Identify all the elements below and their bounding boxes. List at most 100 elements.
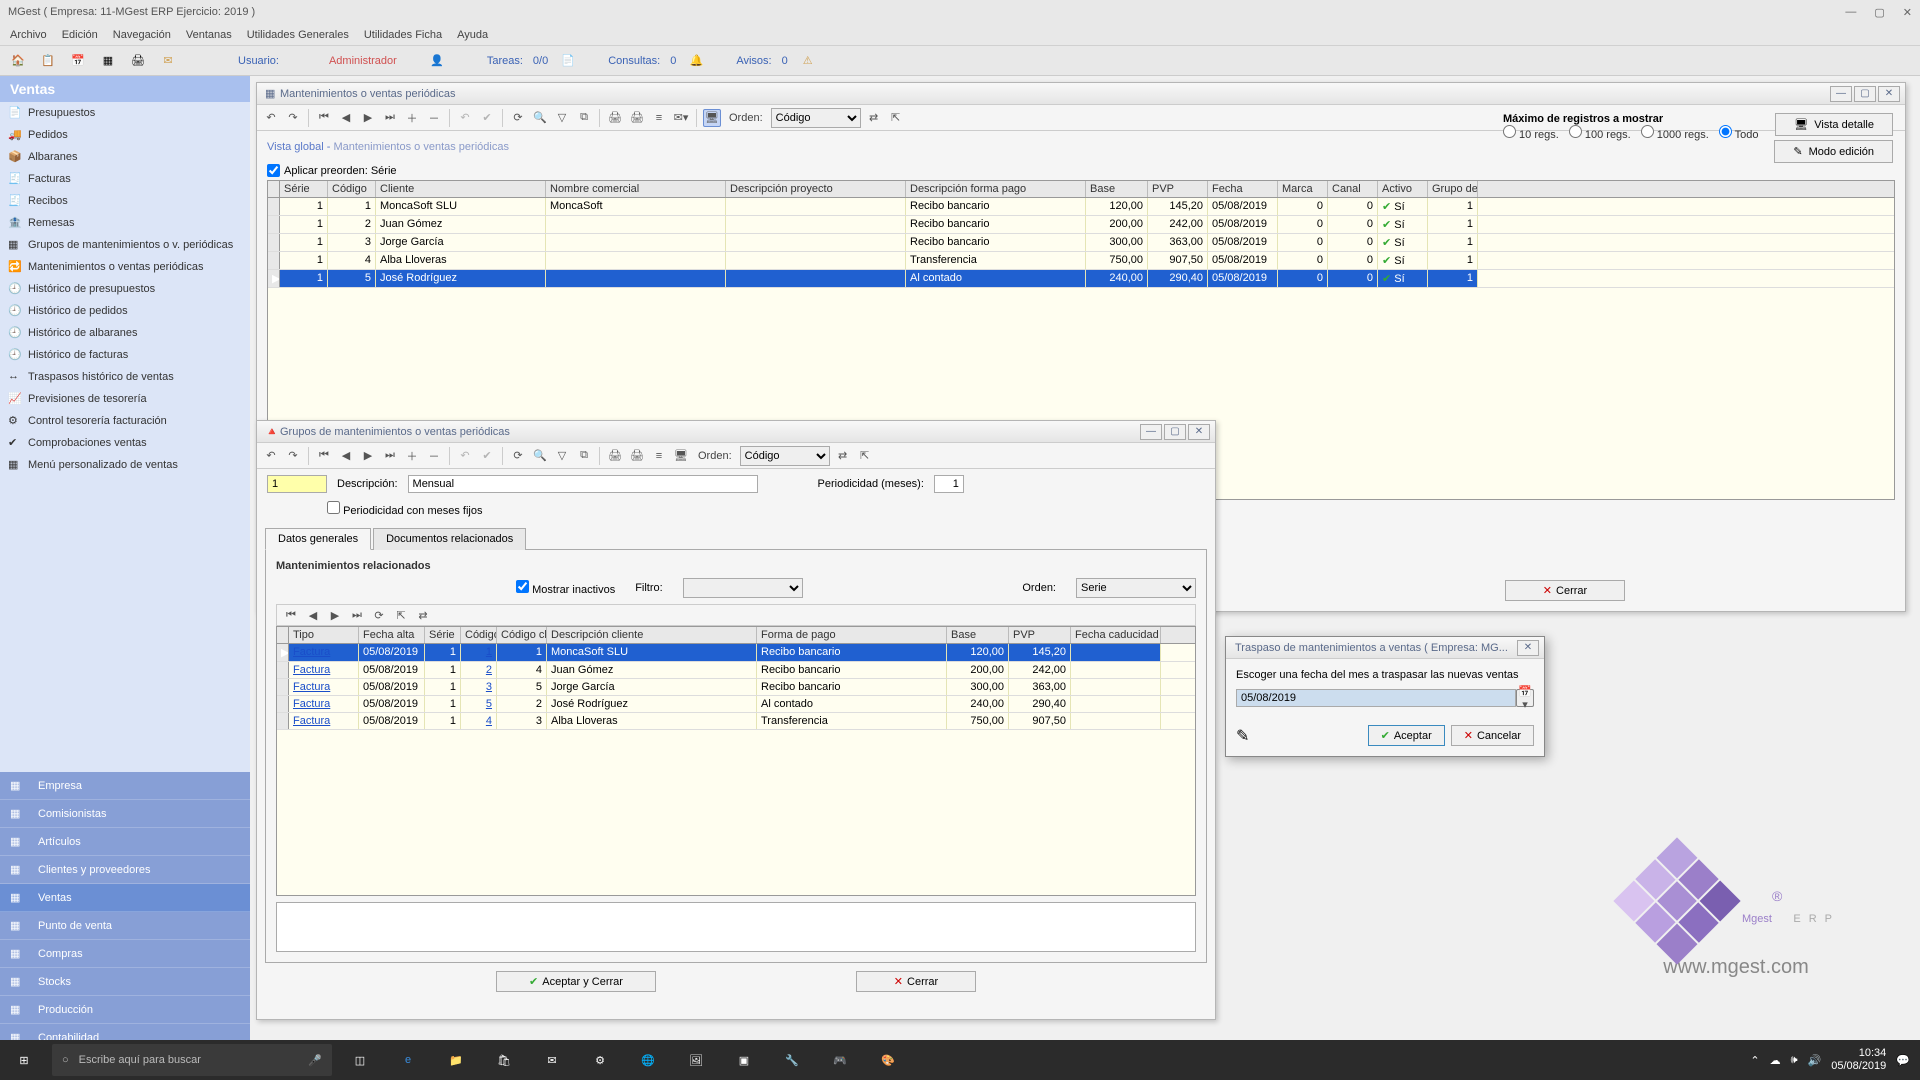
vista-detalle-button[interactable]: 🖥Vista detalle — [1775, 113, 1893, 136]
table-row[interactable]: Factura05/08/2019143Alba LloverasTransfe… — [277, 713, 1195, 730]
menu-edicion[interactable]: Edición — [62, 29, 98, 41]
col-header[interactable]: Fecha alta — [359, 627, 425, 643]
table-row[interactable]: ▶15José RodríguezAl contado240,00290,400… — [268, 270, 1894, 288]
menu-utilidades-generales[interactable]: Utilidades Generales — [247, 29, 349, 41]
col-header[interactable]: Canal — [1328, 181, 1378, 197]
next-icon[interactable]: ▶ — [326, 606, 344, 624]
sidebar-main-producción[interactable]: ▦Producción — [0, 996, 250, 1024]
win1-close-button[interactable]: ✕ — [1878, 86, 1900, 102]
prev-icon[interactable]: ◀ — [337, 109, 355, 127]
calendar-icon[interactable]: 📅 — [68, 51, 88, 71]
orden-select[interactable]: Código — [740, 446, 830, 466]
swap-icon[interactable]: ⇄ — [834, 447, 852, 465]
col-header[interactable]: Tipo — [289, 627, 359, 643]
filter-icon[interactable]: ▽ — [553, 109, 571, 127]
refresh-icon[interactable]: ⟳ — [370, 606, 388, 624]
next-icon[interactable]: ▶ — [359, 109, 377, 127]
sidebar-item-grupos-mant[interactable]: ▦Grupos de mantenimientos o v. periódica… — [0, 234, 250, 256]
sidebar-item-menu-personalizado[interactable]: ▦Menú personalizado de ventas — [0, 454, 250, 476]
dialog-header[interactable]: Traspaso de mantenimientos a ventas ( Em… — [1226, 637, 1544, 659]
win2-close-button[interactable]: ✕ — [1188, 424, 1210, 440]
table-row[interactable]: Factura05/08/2019152José RodríguezAl con… — [277, 696, 1195, 713]
store-icon[interactable]: 🛍 — [480, 1040, 528, 1080]
chrome-icon[interactable]: 🌐 — [624, 1040, 672, 1080]
table-row[interactable]: 11MoncaSoft SLUMoncaSoftRecibo bancario1… — [268, 198, 1894, 216]
maximize-icon[interactable]: ▢ — [1874, 6, 1884, 19]
back-icon[interactable]: ↶ — [262, 447, 280, 465]
col-header[interactable]: PVP — [1009, 627, 1071, 643]
monitor-icon[interactable]: 🖥 — [672, 447, 690, 465]
codigo-input[interactable] — [267, 475, 327, 493]
table-row[interactable]: Factura05/08/2019135Jorge GarcíaRecibo b… — [277, 679, 1195, 696]
sidebar-item-control-tesoreria[interactable]: ⚙Control tesorería facturación — [0, 410, 250, 432]
sidebar-main-punto-de-venta[interactable]: ▦Punto de venta — [0, 912, 250, 940]
sidebar-item-presupuestos[interactable]: 📄Presupuestos — [0, 102, 250, 124]
orden-select[interactable]: Código — [771, 108, 861, 128]
col-header[interactable]: Activo — [1378, 181, 1428, 197]
win2-header[interactable]: 🔺 Grupos de mantenimientos o ventas peri… — [257, 421, 1215, 443]
col-header[interactable]: Código clie — [497, 627, 547, 643]
export-icon[interactable]: ⇱ — [887, 109, 905, 127]
monitor-icon[interactable]: 🖥 — [703, 109, 721, 127]
sidebar-item-pedidos[interactable]: 🚚Pedidos — [0, 124, 250, 146]
tab-datos-generales[interactable]: Datos generales — [265, 528, 371, 550]
tasks-icon[interactable]: 📄 — [558, 51, 578, 71]
meses-fijos-checkbox[interactable] — [327, 501, 340, 514]
col-header[interactable]: Descripción forma pago — [906, 181, 1086, 197]
modo-edicion-button[interactable]: ✎Modo edición — [1774, 140, 1893, 163]
win1-header[interactable]: ▦ Mantenimientos o ventas periódicas — ▢… — [257, 83, 1905, 105]
home-icon[interactable]: 🏠 — [8, 51, 28, 71]
sidebar-item-hist-presupuestos[interactable]: 🕘Histórico de presupuestos — [0, 278, 250, 300]
menu-utilidades-ficha[interactable]: Utilidades Ficha — [364, 29, 442, 41]
col-header[interactable]: Série — [425, 627, 461, 643]
col-header[interactable]: Base — [947, 627, 1009, 643]
win2-maximize-button[interactable]: ▢ — [1164, 424, 1186, 440]
save-icon[interactable]: ✔ — [478, 109, 496, 127]
dialog-date-input[interactable] — [1236, 689, 1516, 707]
mic-icon[interactable]: 🎤 — [308, 1054, 322, 1067]
copy-icon[interactable]: ⧉ — [575, 109, 593, 127]
col-header[interactable]: PVP — [1148, 181, 1208, 197]
export-icon[interactable]: ⇱ — [856, 447, 874, 465]
app2-icon[interactable]: 🔧 — [768, 1040, 816, 1080]
col-header[interactable]: Cliente — [376, 181, 546, 197]
sidebar-item-facturas[interactable]: 🧾Facturas — [0, 168, 250, 190]
remove-icon[interactable]: － — [425, 447, 443, 465]
last-icon[interactable]: ⏭ — [381, 109, 399, 127]
notes-area[interactable] — [276, 902, 1196, 952]
win2-minimize-button[interactable]: — — [1140, 424, 1162, 440]
menu-navegacion[interactable]: Navegación — [113, 29, 171, 41]
radio-3[interactable]: Todo — [1719, 125, 1759, 141]
table-row[interactable]: ▶Factura05/08/2019111MoncaSoft SLURecibo… — [277, 644, 1195, 662]
last-icon[interactable]: ⏭ — [348, 606, 366, 624]
win2-grid[interactable]: TipoFecha altaSérieCódigoCódigo clieDesc… — [276, 626, 1196, 896]
grid-icon[interactable]: ▦ — [98, 51, 118, 71]
tab-documentos[interactable]: Documentos relacionados — [373, 528, 526, 550]
menu-ventanas[interactable]: Ventanas — [186, 29, 232, 41]
warning-icon[interactable]: ⚠ — [798, 51, 818, 71]
tray-up-icon[interactable]: ⌃ — [1750, 1054, 1759, 1067]
search-icon[interactable]: 🔍 — [531, 447, 549, 465]
dialog-cancelar-button[interactable]: ✕Cancelar — [1451, 725, 1534, 746]
user-icon[interactable]: 👤 — [427, 51, 447, 71]
export-icon[interactable]: ⇱ — [392, 606, 410, 624]
col-header[interactable]: Descripción cliente — [547, 627, 757, 643]
col-header[interactable]: Forma de pago — [757, 627, 947, 643]
radio-1[interactable]: 100 regs. — [1569, 125, 1631, 141]
swap-icon[interactable]: ⇄ — [414, 606, 432, 624]
pencil-icon[interactable]: ✎ — [1236, 726, 1249, 746]
prev-icon[interactable]: ◀ — [304, 606, 322, 624]
col-header[interactable]: Código — [461, 627, 497, 643]
mail-icon[interactable]: ✉ — [528, 1040, 576, 1080]
back-icon[interactable]: ↶ — [262, 109, 280, 127]
notifications-icon[interactable]: 💬 — [1896, 1054, 1910, 1067]
sidebar-item-albaranes[interactable]: 📦Albaranes — [0, 146, 250, 168]
minimize-icon[interactable]: — — [1845, 6, 1856, 19]
periodicidad-input[interactable] — [934, 475, 964, 493]
sidebar-main-compras[interactable]: ▦Compras — [0, 940, 250, 968]
add-icon[interactable]: ＋ — [403, 109, 421, 127]
first-icon[interactable]: ⏮ — [315, 109, 333, 127]
sidebar-main-clientes-y-proveedores[interactable]: ▦Clientes y proveedores — [0, 856, 250, 884]
refresh-icon[interactable]: ⟳ — [509, 109, 527, 127]
table-row[interactable]: 12Juan GómezRecibo bancario200,00242,000… — [268, 216, 1894, 234]
